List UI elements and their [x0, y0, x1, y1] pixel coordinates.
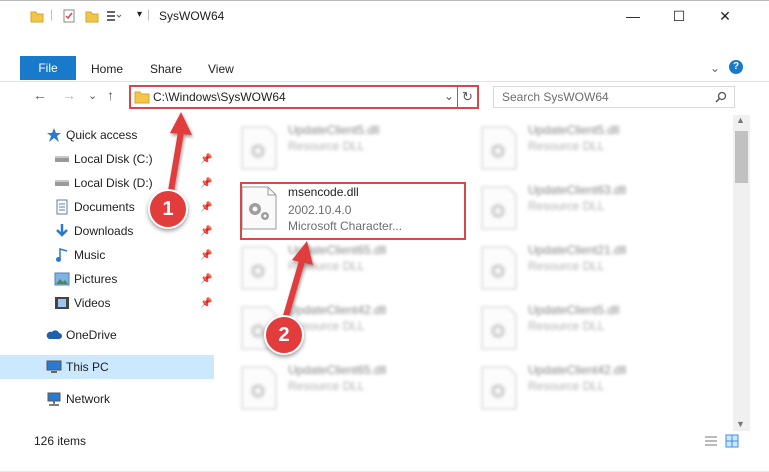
arrow-to-file	[281, 241, 313, 324]
explorer-window: | ▾ | SysWOW64 — ☐ ✕ File Home Share Vie…	[0, 0, 769, 471]
callout-badge-2: 2	[264, 315, 304, 355]
callout-badge-1: 1	[148, 189, 188, 229]
annotation-arrows	[167, 112, 313, 324]
arrow-to-address-bar	[167, 112, 192, 198]
